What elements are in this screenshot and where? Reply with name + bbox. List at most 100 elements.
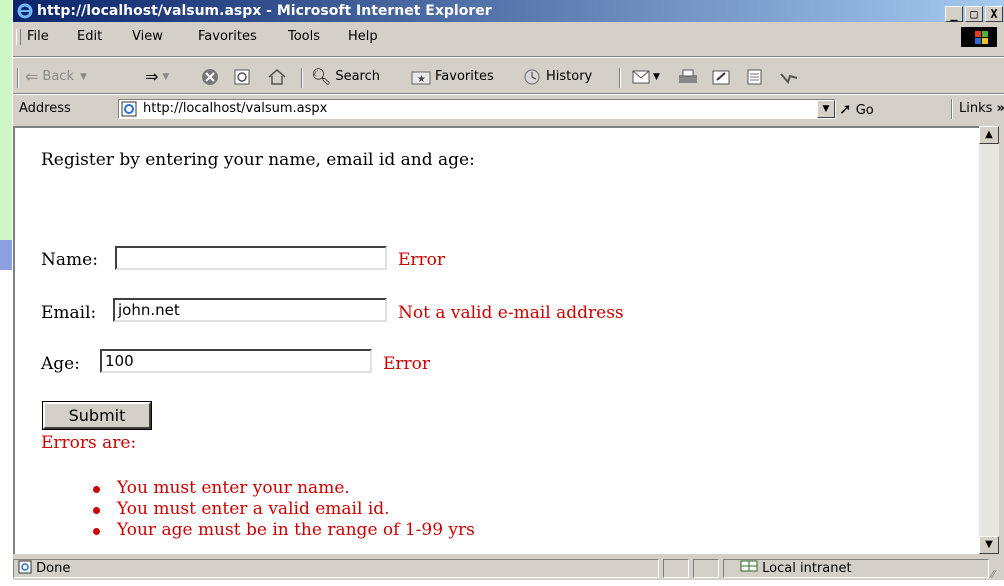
error-item: You must enter your name.: [85, 478, 475, 499]
menu-help[interactable]: Help: [348, 26, 378, 48]
standard-toolbar: ⇐ Back ▼ ⇒ ▼ 🔍︎ Search ★ Favorites Histo…: [13, 62, 1004, 92]
email-input[interactable]: john.net: [113, 298, 387, 322]
mail-icon: [632, 70, 650, 84]
refresh-icon: [234, 69, 250, 85]
history-icon: [524, 69, 540, 85]
home-icon: [268, 69, 286, 85]
status-text: Done: [36, 561, 71, 576]
page-icon: [121, 101, 137, 117]
status-zone: Local intranet: [723, 559, 989, 578]
toolbar-grip[interactable]: [16, 29, 21, 45]
search-label: Search: [335, 69, 380, 84]
scroll-up-icon[interactable]: ▲: [979, 126, 999, 144]
minimize-button[interactable]: _: [945, 6, 963, 22]
menu-favorites[interactable]: Favorites: [198, 26, 257, 48]
errors-heading: Errors are:: [41, 433, 137, 453]
search-icon: 🔍︎: [311, 67, 332, 86]
status-main: Done: [13, 559, 659, 578]
edit-icon: [712, 70, 730, 85]
forward-button[interactable]: ⇒ ▼: [145, 62, 169, 92]
toolbar-separator: [13, 93, 1004, 95]
chevron-right-icon: »: [997, 101, 1004, 116]
menu-tools[interactable]: Tools: [288, 26, 320, 48]
history-button[interactable]: History: [521, 62, 592, 92]
discuss-icon: [747, 69, 762, 85]
links-label: Links: [959, 101, 993, 116]
address-label: Address: [19, 101, 71, 116]
links-button[interactable]: Links »: [959, 96, 1004, 122]
back-arrow-icon: ⇐: [25, 67, 39, 86]
intranet-icon: [740, 560, 758, 572]
address-bar: Address http://localhost/valsum.aspx ▼ ➚…: [13, 96, 1004, 122]
go-arrow-icon: ➚: [839, 100, 852, 118]
bullet-icon: [93, 486, 100, 493]
address-input[interactable]: http://localhost/valsum.aspx ▼: [118, 99, 836, 119]
address-dropdown-icon[interactable]: ▼: [817, 100, 835, 118]
discuss-button[interactable]: [745, 62, 765, 92]
scroll-down-icon[interactable]: ▼: [979, 536, 999, 554]
error-item-text: Your age must be in the range of 1-99 yr…: [117, 520, 475, 540]
error-item: You must enter a valid email id.: [85, 499, 475, 520]
messenger-button[interactable]: [779, 62, 799, 92]
zone-text: Local intranet: [762, 561, 852, 576]
forward-dropdown-icon: ▼: [162, 72, 170, 82]
svg-text:★: ★: [417, 74, 426, 85]
age-label: Age:: [41, 354, 80, 374]
mail-dropdown-icon: ▼: [653, 72, 660, 82]
favorites-button[interactable]: ★ Favorites: [411, 62, 494, 92]
status-cell: [663, 559, 689, 578]
print-icon: [679, 69, 697, 83]
bullet-icon: [93, 507, 100, 514]
page-done-icon: [18, 560, 32, 574]
print-button[interactable]: [677, 62, 699, 92]
title-bar[interactable]: http://localhost/valsum.aspx - Microsoft…: [13, 0, 1004, 22]
name-error: Error: [398, 250, 446, 270]
bullet-icon: [93, 528, 100, 535]
address-url: http://localhost/valsum.aspx: [143, 101, 328, 116]
browser-window: http://localhost/valsum.aspx - Microsoft…: [12, 0, 1004, 581]
menu-view[interactable]: View: [132, 26, 163, 48]
search-button[interactable]: 🔍︎ Search: [311, 62, 380, 92]
error-summary-list: You must enter your name. You must enter…: [85, 478, 475, 541]
resize-grip-icon[interactable]: ⁄⁄: [991, 564, 995, 586]
window-title: http://localhost/valsum.aspx - Microsoft…: [37, 3, 492, 19]
error-item-text: You must enter a valid email id.: [117, 499, 390, 519]
age-error: Error: [383, 354, 431, 374]
history-label: History: [546, 69, 593, 84]
name-label: Name:: [41, 250, 98, 270]
ie-logo-icon: [17, 3, 33, 19]
error-item-text: You must enter your name.: [117, 478, 350, 498]
back-dropdown-icon: ▼: [79, 72, 87, 82]
favorites-label: Favorites: [435, 69, 494, 84]
mail-button[interactable]: ▼: [631, 62, 660, 92]
page-content: Register by entering your name, email id…: [13, 126, 979, 554]
page-intro: Register by entering your name, email id…: [41, 150, 475, 170]
status-cell: [693, 559, 719, 578]
status-bar: Done Local intranet ⁄⁄: [13, 558, 1004, 581]
back-button[interactable]: ⇐ Back ▼: [25, 62, 87, 92]
go-button[interactable]: ➚ Go: [839, 96, 874, 124]
age-input[interactable]: 100: [100, 349, 372, 373]
menu-separator: [13, 56, 1004, 58]
refresh-button[interactable]: [233, 62, 251, 92]
submit-button[interactable]: Submit: [42, 401, 152, 430]
menu-bar: File Edit View Favorites Tools Help: [13, 26, 1004, 48]
edit-button[interactable]: [711, 62, 733, 92]
email-label: Email:: [41, 303, 97, 323]
close-button[interactable]: X: [985, 6, 1003, 22]
windows-logo-icon: [961, 27, 997, 47]
forward-arrow-icon: ⇒: [145, 67, 159, 86]
messenger-icon: [780, 73, 798, 84]
name-input[interactable]: [115, 246, 387, 270]
menu-file[interactable]: File: [27, 26, 49, 48]
stop-button[interactable]: [201, 62, 219, 92]
go-label: Go: [855, 103, 874, 118]
stop-icon: [202, 69, 218, 85]
favorites-folder-icon: ★: [411, 71, 431, 85]
maximize-button[interactable]: □: [965, 6, 983, 22]
menu-edit[interactable]: Edit: [77, 26, 102, 48]
back-label: Back: [42, 69, 74, 84]
error-item: Your age must be in the range of 1-99 yr…: [85, 520, 475, 541]
vertical-scrollbar[interactable]: ▲ ▼: [979, 126, 999, 554]
home-button[interactable]: [267, 62, 287, 92]
